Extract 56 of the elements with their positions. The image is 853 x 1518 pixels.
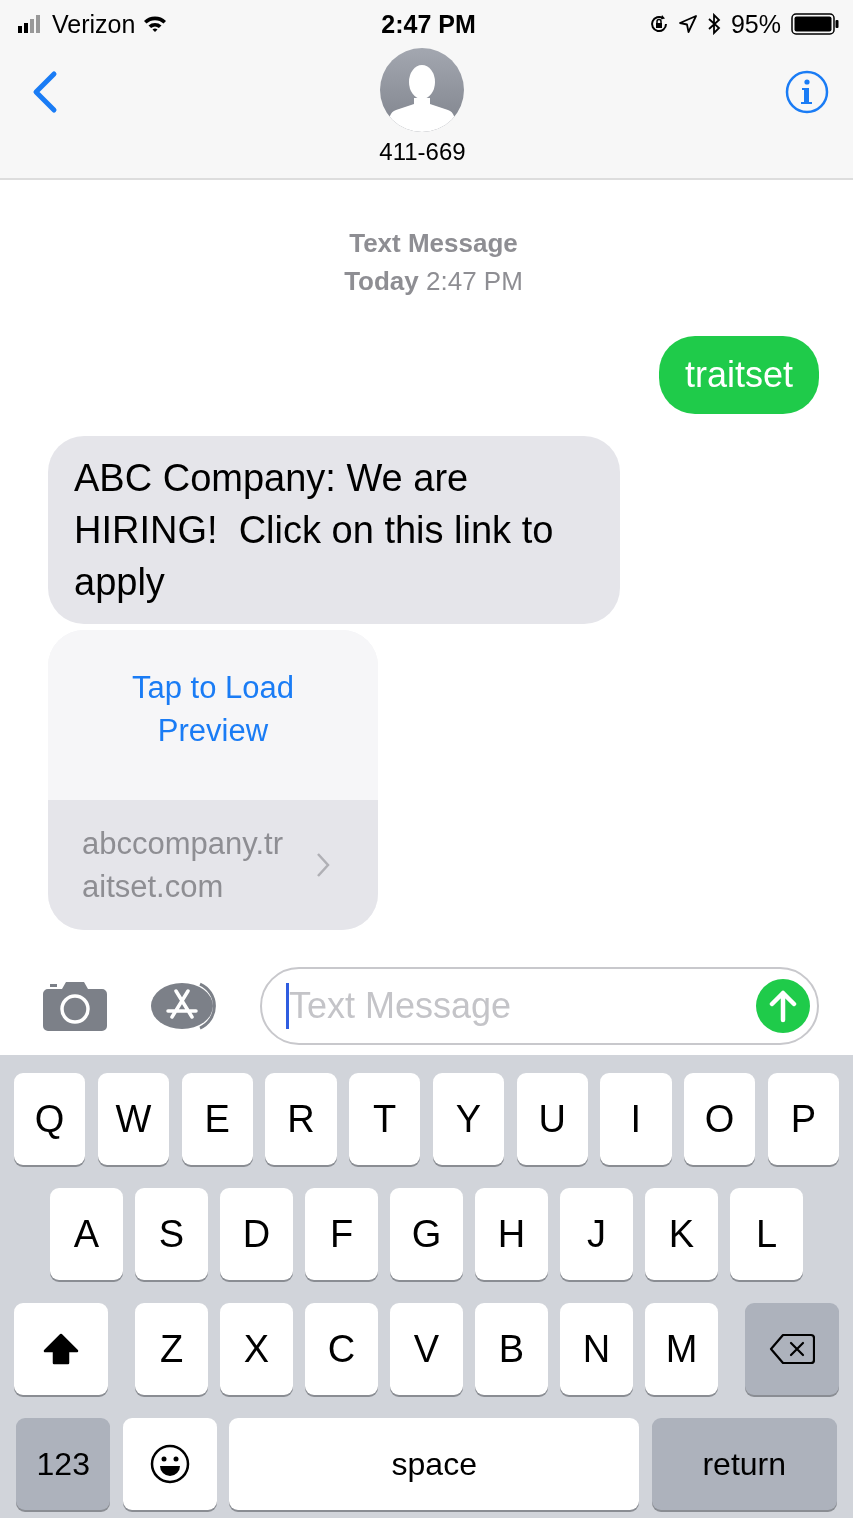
key[interactable]: O <box>684 1073 756 1165</box>
message-text-input[interactable]: Text Message <box>286 983 755 1029</box>
key[interactable]: Z <box>135 1303 208 1395</box>
message-input-field[interactable]: Text Message <box>260 967 819 1045</box>
location-icon <box>678 15 697 33</box>
key[interactable]: Q <box>14 1073 86 1165</box>
key[interactable]: G <box>390 1188 463 1280</box>
battery-percentage: 95% <box>730 9 781 39</box>
key[interactable]: S <box>135 1188 208 1280</box>
key[interactable]: L <box>730 1188 803 1280</box>
key[interactable]: M <box>645 1303 718 1395</box>
info-button[interactable] <box>785 70 829 114</box>
send-button[interactable] <box>755 978 811 1034</box>
key[interactable]: W <box>97 1073 169 1165</box>
service-label: Text Message <box>349 227 518 260</box>
link-url: abccompany.traitset.com <box>82 825 284 906</box>
sent-message-bubble: traitset <box>658 336 819 414</box>
key[interactable]: J <box>560 1188 633 1280</box>
emoji-key[interactable] <box>122 1418 217 1510</box>
key[interactable]: D <box>220 1188 293 1280</box>
key[interactable]: H <box>475 1188 548 1280</box>
delete-key[interactable] <box>745 1303 839 1395</box>
timestamp: Today 2:47 PM <box>344 265 523 298</box>
contact-number: 411-669 <box>379 138 466 166</box>
bluetooth-icon <box>706 13 721 35</box>
key[interactable]: P <box>767 1073 839 1165</box>
received-message-bubble: ABC Company: We are HIRING! Click on this link to apply <box>48 436 620 624</box>
backspace-icon <box>769 1333 815 1365</box>
key[interactable]: V <box>390 1303 463 1395</box>
chevron-right-icon <box>316 852 330 878</box>
key[interactable]: X <box>220 1303 293 1395</box>
key[interactable]: Y <box>432 1073 504 1165</box>
wifi-icon <box>143 15 168 33</box>
camera-icon[interactable] <box>42 981 108 1031</box>
load-preview-link[interactable]: Tap to Load Preview <box>48 630 378 800</box>
key[interactable]: C <box>305 1303 378 1395</box>
rotation-lock-icon <box>648 14 669 34</box>
key[interactable]: N <box>560 1303 633 1395</box>
key[interactable]: F <box>305 1188 378 1280</box>
status-time: 2:47 PM <box>381 9 476 39</box>
battery-icon <box>791 13 839 35</box>
numbers-key[interactable]: 123 <box>16 1418 111 1510</box>
smiley-icon <box>148 1443 191 1485</box>
key[interactable]: T <box>349 1073 421 1165</box>
key[interactable]: A <box>50 1188 123 1280</box>
key[interactable]: E <box>181 1073 253 1165</box>
key[interactable]: I <box>600 1073 672 1165</box>
return-key[interactable]: return <box>651 1418 837 1510</box>
carrier-name: Verizon <box>52 9 136 39</box>
shift-key[interactable] <box>14 1303 108 1395</box>
key[interactable]: K <box>645 1188 718 1280</box>
key[interactable]: B <box>475 1303 548 1395</box>
key[interactable]: R <box>265 1073 337 1165</box>
space-key[interactable]: space <box>229 1418 640 1510</box>
contact-avatar[interactable] <box>380 48 465 132</box>
key[interactable]: U <box>516 1073 588 1165</box>
